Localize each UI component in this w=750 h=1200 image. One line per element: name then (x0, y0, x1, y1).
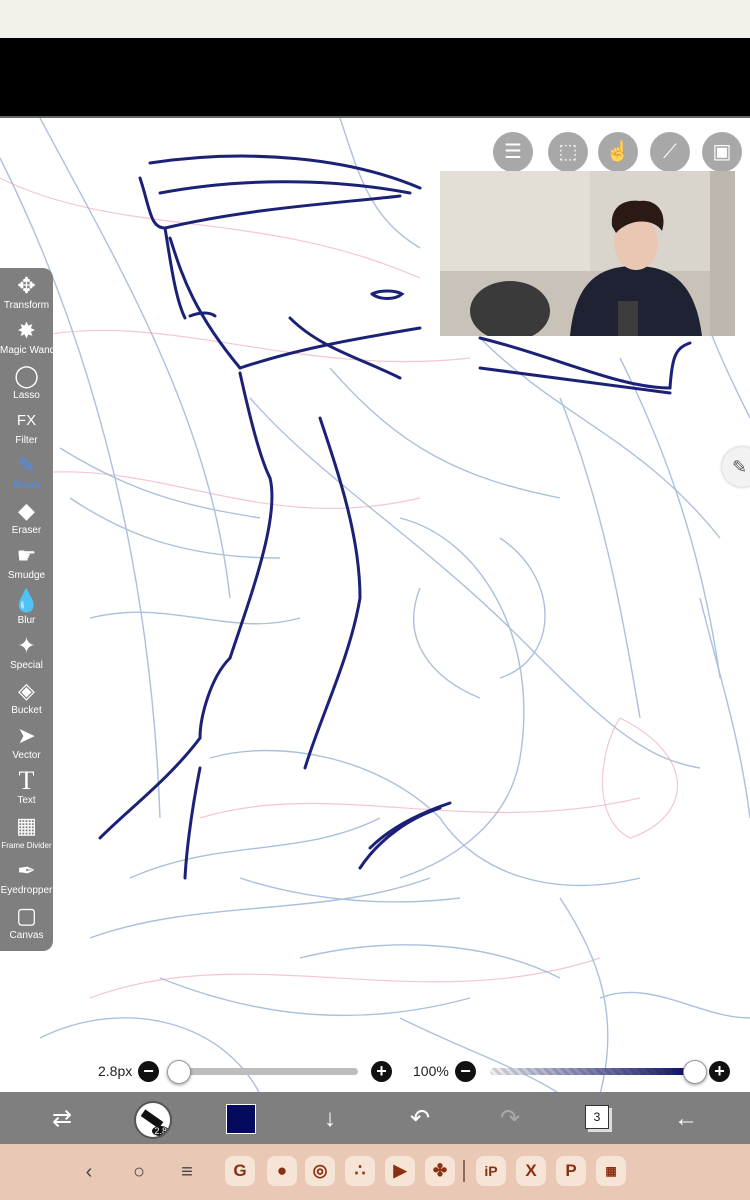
ibispaint-app-icon[interactable]: iP (476, 1156, 506, 1186)
tool-label: Vector (12, 750, 41, 761)
brush-icon: ✎ (17, 453, 36, 478)
ruler-button[interactable]: ⟋ (650, 132, 690, 172)
vector-icon: ➤ (17, 723, 36, 748)
tool-label: Bucket (11, 705, 42, 716)
opacity-label: 100% (413, 1063, 449, 1079)
tool-label: Blur (17, 615, 36, 626)
play-store-app-icon[interactable]: ▶ (385, 1156, 415, 1186)
opacity-knob[interactable] (683, 1060, 707, 1084)
opacity-slider[interactable] (490, 1068, 695, 1075)
gesture-button[interactable]: ☝ (598, 132, 638, 172)
smudge-icon: ☛ (16, 543, 37, 568)
system-nav-bar (0, 1144, 750, 1200)
tool-label: Lasso (13, 390, 40, 401)
webcam-overlay (440, 171, 735, 336)
brush-size-slider[interactable] (178, 1068, 358, 1075)
tool-filter[interactable]: FX Filter (0, 407, 53, 452)
tool-label: Transform (3, 300, 50, 311)
transform-icon: ✥ (17, 273, 36, 298)
tool-bucket[interactable]: ◈ Bucket (0, 677, 53, 722)
tool-lasso[interactable]: ◯ Lasso (0, 362, 53, 407)
webcam-image (440, 171, 735, 336)
app-drawer-icon[interactable]: ▦ (596, 1156, 626, 1186)
eyedropper-icon: ✒ (17, 858, 36, 883)
layers-button[interactable]: 3 (585, 1105, 609, 1129)
opacity-decrease-button[interactable]: − (455, 1061, 476, 1082)
eraser-icon: ◆ (18, 498, 35, 523)
material-button[interactable]: ▣ (702, 132, 742, 172)
tool-transform[interactable]: ✥ Transform (0, 272, 53, 317)
brush-size-increase-button[interactable]: + (371, 1061, 392, 1082)
bucket-icon: ◈ (18, 678, 35, 703)
nav-back-icon[interactable]: ‹ (75, 1158, 103, 1186)
x-app-icon[interactable]: X (516, 1156, 546, 1186)
redo-button[interactable]: ↷ (490, 1099, 530, 1139)
color-swatch-button[interactable] (226, 1104, 256, 1134)
tool-smudge[interactable]: ☛ Smudge (0, 542, 53, 587)
frame-divider-icon: ▦ (16, 813, 37, 838)
blur-icon: 💧 (12, 588, 41, 613)
tool-label: Brush (13, 480, 40, 491)
opacity-increase-button[interactable]: + (709, 1061, 730, 1082)
special-icon: ✦ (17, 633, 36, 658)
tool-frame-divider[interactable]: ▦ Frame Divider (0, 812, 53, 857)
left-toolbar: ✥ Transform ✸ Magic Wand ◯ Lasso FX Filter ✎… (0, 268, 56, 951)
back-arrow-button[interactable]: ← (666, 1099, 706, 1139)
tool-label: Filter (15, 435, 38, 446)
messages-app-icon[interactable]: ● (267, 1156, 297, 1186)
tool-label: Eyedropper (0, 885, 53, 896)
tool-eraser[interactable]: ◆ Eraser (0, 497, 53, 542)
pinwheel-app-icon[interactable]: ✤ (425, 1156, 455, 1186)
nav-home-icon[interactable]: ○ (125, 1158, 153, 1186)
status-bar (0, 0, 750, 38)
tool-text[interactable]: T Text (0, 767, 53, 812)
download-icon[interactable]: ↓ (310, 1099, 350, 1139)
bottom-toolbar (0, 1092, 750, 1144)
tool-magic-wand[interactable]: ✸ Magic Wand (0, 317, 56, 362)
toggle-panel-button[interactable]: ☰ (493, 132, 533, 172)
tool-label: Magic Wand (0, 345, 56, 356)
lasso-icon: ◯ (14, 363, 39, 388)
tool-label: Smudge (7, 570, 46, 581)
dock-divider (463, 1160, 465, 1182)
tool-brush[interactable]: ✎ Brush (0, 452, 53, 497)
brush-preview-button[interactable]: 2.8 (134, 1101, 172, 1139)
brush-size-decrease-button[interactable]: − (138, 1061, 159, 1082)
canvas-icon: ▢ (16, 903, 37, 928)
tool-eyedropper[interactable]: ✒ Eyedropper (0, 857, 53, 902)
magic-wand-icon: ✸ (17, 318, 36, 343)
tool-label: Frame Divider (1, 841, 52, 850)
assistant-app-icon[interactable]: ∴ (345, 1156, 375, 1186)
tool-blur[interactable]: 💧 Blur (0, 587, 53, 632)
tool-label: Canvas (9, 930, 44, 941)
undo-button[interactable]: ↶ (400, 1099, 440, 1139)
tool-label: Special (10, 660, 43, 671)
tool-canvas[interactable]: ▢ Canvas (0, 902, 53, 947)
nav-recents-icon[interactable]: ≡ (173, 1158, 201, 1186)
brush-size-label: 2.8px (98, 1063, 133, 1079)
brush-size-badge: 2.8 (152, 1126, 169, 1136)
tool-vector[interactable]: ➤ Vector (0, 722, 53, 767)
tool-label: Text (17, 795, 36, 806)
google-app-icon[interactable]: G (225, 1156, 255, 1186)
chrome-app-icon[interactable]: ◎ (305, 1156, 335, 1186)
text-icon: T (18, 766, 35, 795)
brush-size-knob[interactable] (167, 1060, 191, 1084)
tool-special[interactable]: ✦ Special (0, 632, 53, 677)
header-bar (0, 38, 750, 116)
swap-tool-button[interactable]: ⇄ (42, 1099, 82, 1139)
filter-icon: FX (16, 412, 37, 429)
tool-label: Eraser (11, 525, 42, 536)
selection-button[interactable]: ⬚ (548, 132, 588, 172)
pinterest-app-icon[interactable]: P (556, 1156, 586, 1186)
